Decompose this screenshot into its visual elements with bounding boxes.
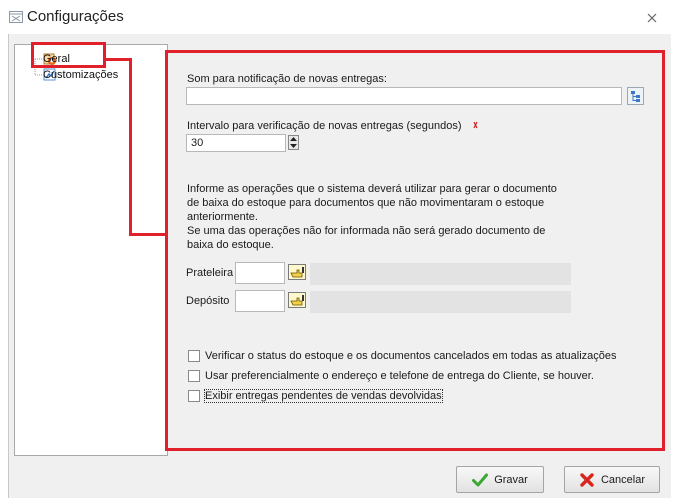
prateleira-label: Prateleira [186,267,234,279]
prateleira-description [310,263,571,285]
checkbox-exibir-entregas[interactable]: Exibir entregas pendentes de vendas devo… [188,389,443,403]
checkbox-label: Usar preferencialmente o endereço e tele… [205,370,594,382]
deposito-label: Depósito [186,295,230,307]
deposito-lookup-button[interactable] [288,292,306,311]
save-button[interactable]: Gravar [456,466,544,493]
deposito-description [310,291,571,313]
tree-item-label: Customizações [43,69,119,81]
title-bar: Configurações [0,0,673,34]
notification-sound-label: Som para notificação de novas entregas: [187,73,387,85]
hand-pointer-icon [288,264,306,280]
settings-window-icon [9,11,23,23]
info-text-line: de baixa do estoque para documentos que … [187,197,545,209]
interval-input[interactable]: 30 [186,134,286,152]
interval-label: Intervalo para verificação de novas entr… [187,120,462,132]
info-text-line: Informe as operações que o sistema dever… [187,183,557,195]
checkbox-label: Exibir entregas pendentes de vendas devo… [204,389,443,403]
cancel-x-icon [580,472,594,487]
deposito-input[interactable] [235,290,285,312]
info-text-line: anteriormente. [187,211,258,223]
prateleira-lookup-button[interactable] [288,264,306,283]
spin-arrows-icon [290,137,297,148]
window-title: Configurações [27,8,124,25]
checkbox-usar-endereco[interactable]: Usar preferencialmente o endereço e tele… [188,370,594,382]
info-text-line: baixa do estoque. [187,239,274,251]
notification-sound-input[interactable] [186,87,622,105]
checkbox[interactable] [188,390,200,402]
tree-item-label: Geral [43,53,70,65]
required-marker-icon [473,121,478,129]
tree-folder-icon [631,91,640,102]
tree-item-geral[interactable]: Geral [43,51,70,67]
info-text-line: Se uma das operações não for informada n… [187,225,546,237]
settings-tree: Geral Customizações [14,44,168,456]
checkbox[interactable] [188,370,200,382]
cancel-button[interactable]: Cancelar [564,466,660,493]
browse-sound-button[interactable] [627,87,644,105]
close-icon[interactable] [645,11,659,25]
interval-spinner[interactable] [288,135,299,150]
checkbox-verificar-status[interactable]: Verificar o status do estoque e os docum… [188,350,617,362]
tree-item-customizacoes[interactable]: Customizações [43,67,118,83]
checkbox-label: Verificar o status do estoque e os docum… [205,350,617,362]
checkmark-icon [472,473,489,486]
save-button-label: Gravar [494,473,528,486]
checkbox[interactable] [188,350,200,362]
prateleira-input[interactable] [235,262,285,284]
cancel-button-label: Cancelar [600,473,646,486]
hand-pointer-icon [288,292,306,308]
